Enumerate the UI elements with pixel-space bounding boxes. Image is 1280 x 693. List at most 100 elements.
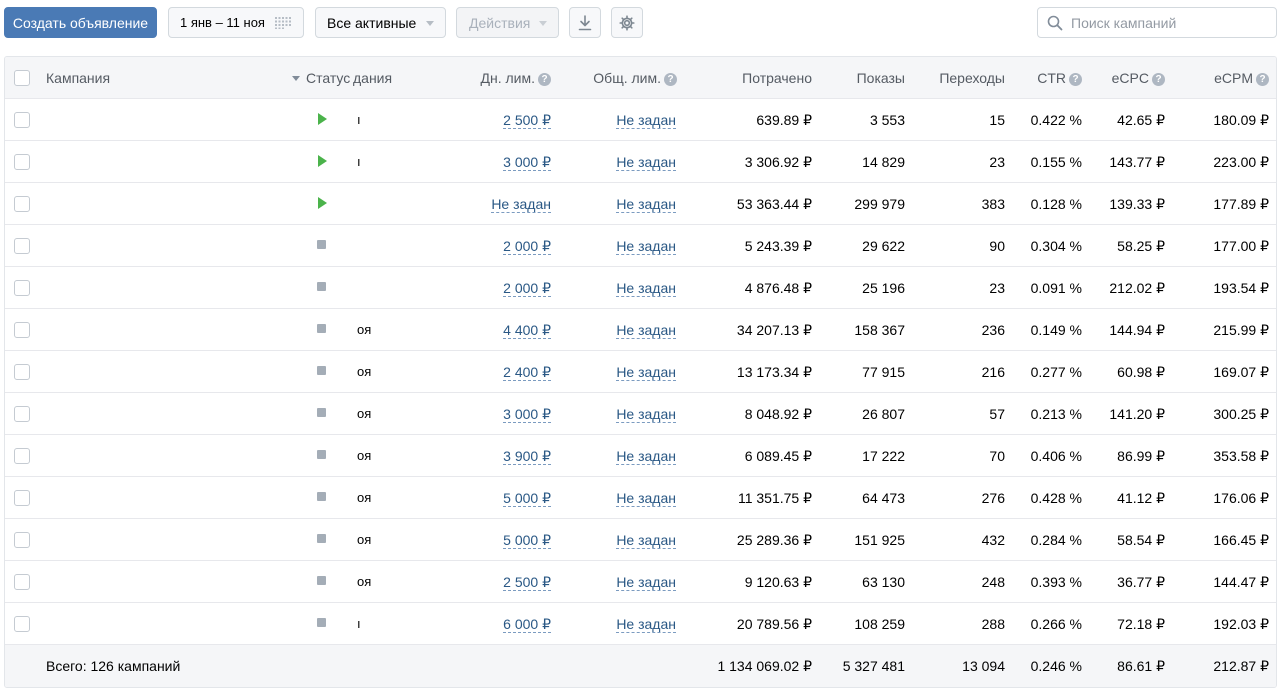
- row-checkbox[interactable]: [14, 616, 30, 632]
- status-stopped-icon[interactable]: [317, 366, 326, 375]
- settings-button[interactable]: [611, 7, 643, 38]
- row-checkbox[interactable]: [14, 154, 30, 170]
- campaign-name[interactable]: [46, 393, 296, 435]
- campaign-name[interactable]: [46, 309, 296, 351]
- row-checkbox[interactable]: [14, 406, 30, 422]
- daily-limit-link[interactable]: 6 000 ₽: [503, 616, 551, 633]
- table-row[interactable]: ı 6 000 ₽ Не задан 20 789.56 ₽ 108 259 288 0.2…: [5, 603, 1276, 645]
- col-total-limit[interactable]: Общ. лим.?: [565, 57, 677, 99]
- actions-dropdown[interactable]: Действия: [456, 7, 559, 38]
- daily-limit-link[interactable]: 5 000 ₽: [503, 532, 551, 549]
- status-stopped-icon[interactable]: [317, 240, 326, 249]
- daily-limit-link[interactable]: 2 000 ₽: [503, 238, 551, 255]
- row-checkbox[interactable]: [14, 196, 30, 212]
- table-row[interactable]: оя 2 500 ₽ Не задан 9 120.63 ₽ 63 130 248 0.39…: [5, 561, 1276, 603]
- table-row[interactable]: оя 4 400 ₽ Не задан 34 207.13 ₽ 158 367 236 0.…: [5, 309, 1276, 351]
- total-limit-link[interactable]: Не задан: [616, 532, 676, 549]
- col-ecpm[interactable]: eCPM?: [1185, 57, 1269, 99]
- col-clicks[interactable]: Переходы: [915, 57, 1005, 99]
- daily-limit-link[interactable]: 5 000 ₽: [503, 490, 551, 507]
- daily-limit-link[interactable]: 4 400 ₽: [503, 322, 551, 339]
- table-row[interactable]: оя 3 900 ₽ Не задан 6 089.45 ₽ 17 222 70 0.406…: [5, 435, 1276, 477]
- total-limit-link[interactable]: Не задан: [616, 574, 676, 591]
- daily-limit-link[interactable]: Не задан: [491, 196, 551, 213]
- status-stopped-icon[interactable]: [317, 534, 326, 543]
- date-range-picker[interactable]: 1 янв – 11 ноя: [168, 7, 304, 38]
- campaign-name[interactable]: [46, 99, 296, 141]
- create-ad-button[interactable]: Создать объявление: [4, 7, 157, 38]
- col-daily-limit[interactable]: Дн. лим.?: [435, 57, 551, 99]
- table-row[interactable]: Не задан Не задан 53 363.44 ₽ 299 979 383 0.1…: [5, 183, 1276, 225]
- select-all-checkbox[interactable]: [14, 70, 30, 86]
- table-row[interactable]: оя 3 000 ₽ Не задан 8 048.92 ₽ 26 807 57 0.213…: [5, 393, 1276, 435]
- status-stopped-icon[interactable]: [317, 618, 326, 627]
- row-checkbox[interactable]: [14, 532, 30, 548]
- total-limit-link[interactable]: Не задан: [616, 616, 676, 633]
- row-checkbox[interactable]: [14, 574, 30, 590]
- total-limit-link[interactable]: Не задан: [616, 280, 676, 297]
- status-stopped-icon[interactable]: [317, 408, 326, 417]
- total-limit-link[interactable]: Не задан: [616, 196, 676, 213]
- total-limit-link[interactable]: Не задан: [616, 490, 676, 507]
- row-checkbox[interactable]: [14, 448, 30, 464]
- row-checkbox[interactable]: [14, 364, 30, 380]
- col-ecpc[interactable]: eCPC?: [1090, 57, 1165, 99]
- total-limit-link[interactable]: Не задан: [616, 238, 676, 255]
- campaign-name[interactable]: [46, 267, 296, 309]
- campaign-name[interactable]: [46, 435, 296, 477]
- row-checkbox[interactable]: [14, 238, 30, 254]
- campaign-name[interactable]: [46, 351, 296, 393]
- total-limit-link[interactable]: Не задан: [616, 364, 676, 381]
- help-icon[interactable]: ?: [538, 73, 551, 86]
- daily-limit-link[interactable]: 2 500 ₽: [503, 112, 551, 129]
- campaign-name[interactable]: [46, 519, 296, 561]
- help-icon[interactable]: ?: [664, 73, 677, 86]
- status-active-icon[interactable]: [318, 197, 327, 209]
- campaign-name[interactable]: [46, 225, 296, 267]
- daily-limit-link[interactable]: 2 400 ₽: [503, 364, 551, 381]
- row-checkbox[interactable]: [14, 112, 30, 128]
- status-filter-dropdown[interactable]: Все активные: [315, 7, 446, 38]
- campaign-name[interactable]: [46, 183, 296, 225]
- col-campaign[interactable]: Кампания: [46, 57, 110, 99]
- status-stopped-icon[interactable]: [317, 324, 326, 333]
- campaign-name[interactable]: [46, 141, 296, 183]
- table-row[interactable]: ı 2 500 ₽ Не задан 639.89 ₽ 3 553 15 0.422 % 42…: [5, 99, 1276, 141]
- status-stopped-icon[interactable]: [317, 450, 326, 459]
- download-button[interactable]: [569, 7, 601, 38]
- campaign-name[interactable]: [46, 477, 296, 519]
- total-limit-link[interactable]: Не задан: [616, 154, 676, 171]
- campaign-name[interactable]: [46, 603, 296, 645]
- table-row[interactable]: оя 5 000 ₽ Не задан 25 289.36 ₽ 151 925 432 0.…: [5, 519, 1276, 561]
- status-active-icon[interactable]: [318, 113, 327, 125]
- campaign-name[interactable]: [46, 561, 296, 603]
- help-icon[interactable]: ?: [1256, 73, 1269, 86]
- daily-limit-link[interactable]: 3 000 ₽: [503, 154, 551, 171]
- row-checkbox[interactable]: [14, 322, 30, 338]
- daily-limit-link[interactable]: 3 900 ₽: [503, 448, 551, 465]
- table-row[interactable]: оя 2 400 ₽ Не задан 13 173.34 ₽ 77 915 216 0.2…: [5, 351, 1276, 393]
- row-checkbox[interactable]: [14, 280, 30, 296]
- total-limit-link[interactable]: Не задан: [616, 322, 676, 339]
- row-checkbox[interactable]: [14, 490, 30, 506]
- table-row[interactable]: ı 3 000 ₽ Не задан 3 306.92 ₽ 14 829 23 0.155 …: [5, 141, 1276, 183]
- total-limit-link[interactable]: Не задан: [616, 448, 676, 465]
- total-limit-link[interactable]: Не задан: [616, 406, 676, 423]
- daily-limit-link[interactable]: 3 000 ₽: [503, 406, 551, 423]
- col-ctr[interactable]: CTR?: [1015, 57, 1082, 99]
- daily-limit-link[interactable]: 2 500 ₽: [503, 574, 551, 591]
- help-icon[interactable]: ?: [1069, 73, 1082, 86]
- table-row[interactable]: 2 000 ₽ Не задан 5 243.39 ₽ 29 622 90 0.304 %…: [5, 225, 1276, 267]
- daily-limit-link[interactable]: 2 000 ₽: [503, 280, 551, 297]
- col-status[interactable]: Статус: [306, 57, 350, 99]
- col-spent[interactable]: Потрачено: [695, 57, 812, 99]
- status-stopped-icon[interactable]: [317, 282, 326, 291]
- status-stopped-icon[interactable]: [317, 576, 326, 585]
- col-impressions[interactable]: Показы: [815, 57, 905, 99]
- search-input[interactable]: [1071, 13, 1271, 33]
- total-limit-link[interactable]: Не задан: [616, 112, 676, 129]
- status-active-icon[interactable]: [318, 155, 327, 167]
- help-icon[interactable]: ?: [1152, 73, 1165, 86]
- table-row[interactable]: оя 5 000 ₽ Не задан 11 351.75 ₽ 64 473 276 0.4…: [5, 477, 1276, 519]
- table-row[interactable]: 2 000 ₽ Не задан 4 876.48 ₽ 25 196 23 0.091 %…: [5, 267, 1276, 309]
